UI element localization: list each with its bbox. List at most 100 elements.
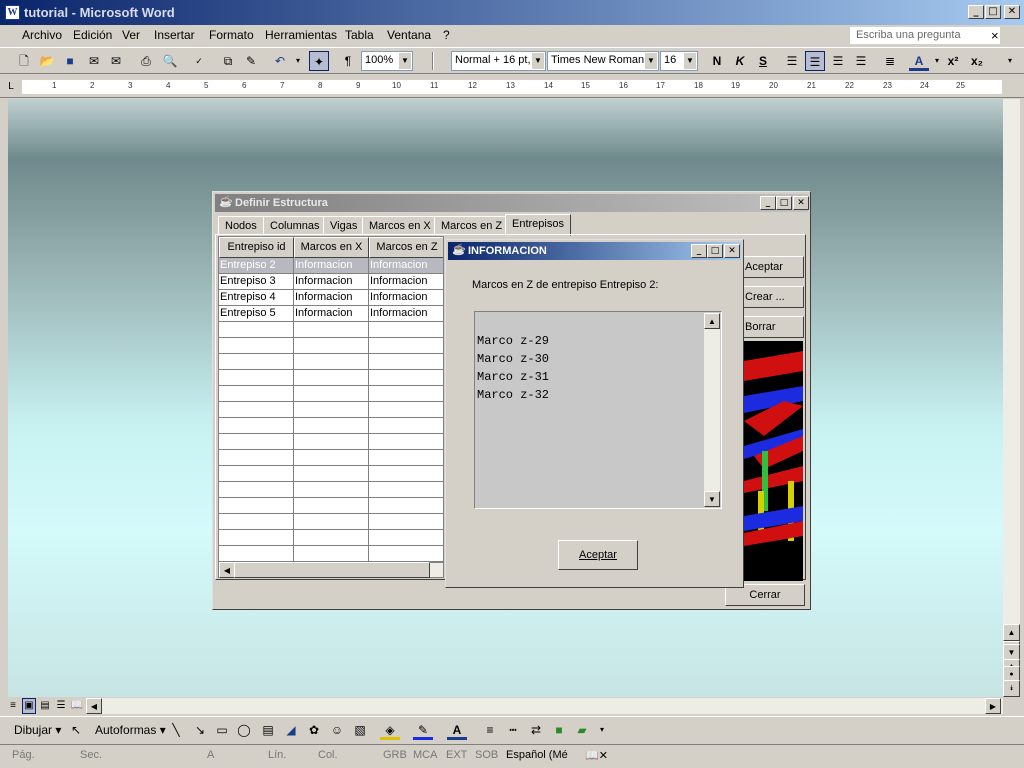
text-box-icon[interactable]: ▤ [258,720,278,740]
table-cell[interactable]: Informacion [369,306,443,322]
table-cell[interactable]: Informacion [294,258,369,274]
undo-dropdown-icon[interactable]: ▾ [288,51,308,71]
permission-icon[interactable]: ✉ [84,51,104,71]
close-button[interactable]: ✕ [1004,5,1020,19]
status-track-changes[interactable]: MCA [413,749,437,761]
toolbar-options-icon[interactable]: ▾ [595,720,609,740]
spelling-icon[interactable]: ✓ [189,51,209,71]
minimize-button[interactable]: _ [760,196,776,210]
empty-cell[interactable] [369,546,443,561]
scroll-left-icon[interactable]: ◀ [86,698,102,714]
status-language[interactable]: Español (Mé [506,749,568,761]
empty-cell[interactable] [294,418,369,434]
ask-question-input[interactable]: Escriba una pregunta [850,27,1000,44]
subscript-icon[interactable]: x₂ [967,51,987,71]
empty-cell[interactable] [294,354,369,370]
table-cell[interactable]: Entrepiso 3 [219,274,294,290]
web-layout-icon[interactable]: ▣ [22,698,36,714]
empty-cell[interactable] [294,434,369,450]
zoom-combo[interactable]: 100% ▼ [361,51,413,71]
chevron-down-icon[interactable]: ▼ [645,53,657,69]
borrar-button[interactable]: Borrar [738,316,804,338]
outline-view-icon[interactable]: ☰ [54,698,68,714]
tab-selector-icon[interactable]: L [4,77,18,97]
clipart-icon[interactable]: ☺ [327,720,347,740]
empty-cell[interactable] [369,354,443,370]
bullets-icon[interactable]: ≣ [880,51,900,71]
print-preview-icon[interactable]: 🔍 [160,51,180,71]
chevron-down-icon[interactable]: ▼ [399,53,411,69]
close-button[interactable]: ✕ [724,244,740,258]
tab-vigas[interactable]: Vigas [323,216,365,236]
empty-cell[interactable] [219,354,294,370]
empty-cell[interactable] [294,338,369,354]
empty-cell[interactable] [219,482,294,498]
empty-cell[interactable] [369,482,443,498]
empty-cell[interactable] [369,338,443,354]
empty-cell[interactable] [219,418,294,434]
line-style-icon[interactable]: ≡ [480,720,500,740]
chevron-down-icon[interactable]: ▼ [684,53,696,69]
empty-cell[interactable] [294,370,369,386]
empty-cell[interactable] [219,498,294,514]
italic-button[interactable]: K [730,51,750,71]
empty-cell[interactable] [294,546,369,561]
menu-edicion[interactable]: Edición [73,28,112,42]
empty-cell[interactable] [369,402,443,418]
diagram-icon[interactable]: ✿ [304,720,324,740]
empty-cell[interactable] [369,418,443,434]
minimize-button[interactable]: _ [691,244,707,258]
tab-entrepisos[interactable]: Entrepisos [505,214,571,236]
marcos-textarea[interactable]: Marco z-29 Marco z-30 Marco z-31 Marco z… [474,311,722,509]
shadow-style-icon[interactable]: ■ [549,720,569,740]
autoshapes-menu[interactable]: Autoformas ▾ [95,723,166,737]
table-cell[interactable]: Entrepiso 4 [219,290,294,306]
select-objects-icon[interactable]: ↖ [66,720,86,740]
chevron-down-icon[interactable]: ▼ [532,53,544,69]
menu-formato[interactable]: Formato [209,28,254,42]
vertical-scrollbar[interactable]: ▲ ▼ ⯭ ● ⯯ [1003,99,1020,697]
textarea-scrollbar[interactable]: ▲ ▼ [704,313,720,507]
info-aceptar-button[interactable]: Aceptar [558,540,638,570]
line-icon[interactable]: ╲ [166,720,186,740]
status-record[interactable]: GRB [383,749,407,761]
informacion-titlebar[interactable]: ☕ INFORMACION _ □ ✕ [448,242,741,260]
table-cell[interactable]: Informacion [294,306,369,322]
table-horizontal-scrollbar[interactable]: ◀ [218,562,444,578]
empty-cell[interactable] [294,386,369,402]
aceptar-button[interactable]: Aceptar [738,256,804,278]
menu-tabla[interactable]: Tabla [345,28,374,42]
tab-nodos[interactable]: Nodos [218,216,264,236]
empty-cell[interactable] [294,482,369,498]
maximize-button[interactable]: □ [776,196,792,210]
arrow-style-icon[interactable]: ⇄ [526,720,546,740]
horizontal-scrollbar[interactable]: ◀ ▶ [86,698,1003,714]
empty-cell[interactable] [294,450,369,466]
close-button[interactable]: ✕ [793,196,809,210]
table-cell[interactable]: Entrepiso 2 [219,258,294,274]
table-cell[interactable]: Informacion [369,258,443,274]
align-right-icon[interactable]: ☰ [828,51,848,71]
status-extend[interactable]: EXT [446,749,467,761]
empty-cell[interactable] [219,370,294,386]
tab-marcos-z[interactable]: Marcos en Z [434,216,510,236]
style-combo[interactable]: Normal + 16 pt, ▼ [451,51,546,71]
table-cell[interactable]: Informacion [294,274,369,290]
table-cell[interactable]: Informacion [294,290,369,306]
picture-icon[interactable]: ▧ [350,720,370,740]
normal-view-icon[interactable]: ≡ [6,698,20,714]
empty-cell[interactable] [369,386,443,402]
column-header[interactable]: Entrepiso id [219,237,294,258]
maximize-button[interactable]: □ [707,244,723,258]
rectangle-icon[interactable]: ▭ [212,720,232,740]
save-icon[interactable]: ■ [60,51,80,71]
empty-cell[interactable] [219,338,294,354]
empty-cell[interactable] [369,530,443,546]
font-combo[interactable]: Times New Roman ▼ [547,51,659,71]
menu-archivo[interactable]: Archivo [22,28,62,42]
empty-cell[interactable] [294,514,369,530]
empty-cell[interactable] [219,434,294,450]
draw-menu[interactable]: Dibujar ▾ [14,723,61,737]
empty-cell[interactable] [294,466,369,482]
scroll-thumb[interactable] [234,562,430,578]
